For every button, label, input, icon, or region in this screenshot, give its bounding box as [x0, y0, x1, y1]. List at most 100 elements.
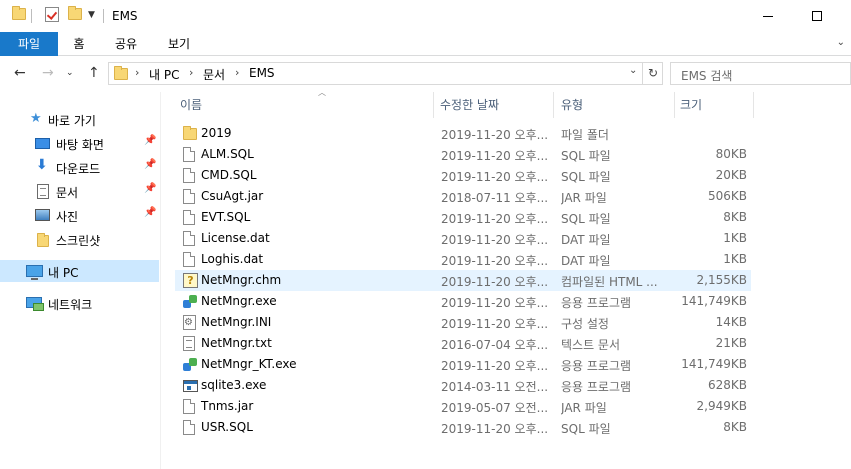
file-type: 응용 프로그램: [561, 380, 632, 394]
pin-icon[interactable]: 📌: [144, 207, 156, 218]
file-size: 141,749KB: [681, 357, 747, 371]
up-arrow-icon[interactable]: ↑: [88, 65, 100, 81]
file-row[interactable]: CsuAgt.jar 2018-07-11 오후... JAR 파일 506KB: [175, 186, 751, 207]
file-name[interactable]: License.dat: [201, 231, 270, 245]
nav-item-documents[interactable]: 문서 📌: [0, 180, 159, 202]
file-type: 응용 프로그램: [561, 359, 632, 373]
file-name[interactable]: NetMngr_KT.exe: [201, 357, 297, 371]
file-name[interactable]: NetMngr.txt: [201, 336, 272, 350]
file-date: 2019-11-20 오후...: [441, 128, 549, 142]
pin-icon[interactable]: 📌: [144, 135, 156, 146]
address-bar[interactable]: › 내 PC › 문서 › EMS ⌄ ↻: [108, 62, 663, 85]
quick-access-dropdown-icon[interactable]: ▼: [88, 10, 95, 20]
file-name[interactable]: Loghis.dat: [201, 252, 263, 266]
file-name[interactable]: NetMngr.exe: [201, 294, 277, 308]
breadcrumb-documents[interactable]: 문서: [203, 66, 225, 83]
file-name[interactable]: ALM.SQL: [201, 147, 254, 161]
recent-locations-icon[interactable]: ⌄: [66, 68, 74, 78]
application-window-icon: [183, 378, 198, 392]
breadcrumb-separator-icon[interactable]: ›: [135, 66, 139, 79]
refresh-icon[interactable]: ↻: [642, 63, 663, 84]
file-name[interactable]: 2019: [201, 126, 232, 140]
pin-icon[interactable]: 📌: [144, 159, 156, 170]
nav-item-screenshots[interactable]: 스크린샷: [0, 228, 159, 250]
file-row[interactable]: USR.SQL 2019-11-20 오후... SQL 파일 8KB: [175, 417, 751, 438]
tab-file[interactable]: 파일: [0, 32, 58, 56]
pin-icon[interactable]: 📌: [144, 183, 156, 194]
maximize-button[interactable]: [794, 0, 840, 32]
nav-item-pictures[interactable]: 사진 📌: [0, 204, 159, 226]
file-icon: [183, 420, 195, 435]
file-row[interactable]: NetMngr.txt 2016-07-04 오후... 텍스트 문서 21KB: [175, 333, 751, 354]
back-arrow-icon[interactable]: ←: [14, 65, 26, 81]
file-row[interactable]: NetMngr_KT.exe 2019-11-20 오후... 응용 프로그램 141…: [175, 354, 751, 375]
tab-share[interactable]: 공유: [110, 32, 142, 56]
nav-quick-access[interactable]: ★ 바로 가기: [0, 108, 159, 130]
tab-view[interactable]: 보기: [162, 32, 196, 56]
address-dropdown-icon[interactable]: ⌄: [629, 65, 637, 76]
file-type: SQL 파일: [561, 212, 611, 226]
column-divider[interactable]: [553, 92, 554, 118]
forward-arrow-icon[interactable]: →: [42, 65, 54, 81]
file-icon: [183, 231, 195, 246]
file-date: 2019-11-20 오후...: [441, 296, 549, 310]
file-name[interactable]: CMD.SQL: [201, 168, 257, 182]
new-folder-icon[interactable]: [68, 6, 82, 20]
file-row[interactable]: Loghis.dat 2019-11-20 오후... DAT 파일 1KB: [175, 249, 751, 270]
column-header-date[interactable]: 수정한 날짜: [440, 92, 550, 118]
file-name[interactable]: Tnms.jar: [201, 399, 253, 413]
column-divider[interactable]: [753, 92, 754, 118]
breadcrumb-this-pc[interactable]: 내 PC: [149, 66, 179, 83]
file-name[interactable]: sqlite3.exe: [201, 378, 266, 392]
desktop-icon: [35, 138, 50, 149]
file-icon: [183, 189, 195, 204]
breadcrumb-separator-icon[interactable]: ›: [189, 66, 193, 79]
file-row[interactable]: 2019 2019-11-20 오후... 파일 폴더: [175, 123, 751, 144]
tab-home[interactable]: 홈: [64, 32, 94, 56]
file-row[interactable]: sqlite3.exe 2014-03-11 오전... 응용 프로그램 628KB: [175, 375, 751, 396]
file-name[interactable]: NetMngr.chm: [201, 273, 281, 287]
nav-item-downloads[interactable]: ⬇ 다운로드 📌: [0, 156, 159, 178]
file-row[interactable]: ? NetMngr.chm 2019-11-20 오후... 컴파일된 HTML ..…: [175, 270, 751, 291]
column-header-name[interactable]: 이름 ︿: [180, 88, 435, 118]
file-size: 1KB: [723, 252, 747, 266]
folder-icon[interactable]: [12, 6, 26, 20]
folder-icon: [114, 66, 128, 80]
nav-this-pc[interactable]: 내 PC: [0, 260, 159, 282]
file-date: 2019-11-20 오후...: [441, 149, 549, 163]
file-name[interactable]: EVT.SQL: [201, 210, 250, 224]
file-date: 2019-11-20 오후...: [441, 170, 549, 184]
file-size: 506KB: [707, 189, 747, 203]
file-size: 20KB: [715, 168, 747, 182]
column-divider[interactable]: [433, 92, 434, 118]
search-input[interactable]: EMS 검색: [670, 62, 851, 85]
breadcrumb-separator-icon[interactable]: ›: [235, 66, 239, 79]
file-row[interactable]: ALM.SQL 2019-11-20 오후... SQL 파일 80KB: [175, 144, 751, 165]
file-type: JAR 파일: [561, 191, 607, 205]
window-title: EMS: [112, 9, 138, 23]
column-divider[interactable]: [674, 92, 675, 118]
chevron-down-icon[interactable]: ⌄: [837, 37, 845, 48]
file-row[interactable]: NetMngr.exe 2019-11-20 오후... 응용 프로그램 141,74…: [175, 291, 751, 312]
properties-icon[interactable]: [45, 7, 59, 22]
column-header-type[interactable]: 유형: [561, 92, 671, 118]
nav-item-desktop[interactable]: 바탕 화면 📌: [0, 132, 159, 154]
column-header-size[interactable]: 크기: [680, 92, 750, 118]
file-name[interactable]: CsuAgt.jar: [201, 189, 263, 203]
star-icon: ★: [30, 111, 42, 126]
nav-item-label: 문서: [56, 186, 79, 200]
file-type: DAT 파일: [561, 254, 611, 268]
file-name[interactable]: USR.SQL: [201, 420, 253, 434]
minimize-button[interactable]: [745, 0, 791, 32]
breadcrumb-ems[interactable]: EMS: [249, 66, 275, 80]
file-name[interactable]: NetMngr.INI: [201, 315, 271, 329]
nav-network[interactable]: 네트워크: [0, 292, 159, 314]
file-row[interactable]: EVT.SQL 2019-11-20 오후... SQL 파일 8KB: [175, 207, 751, 228]
file-row[interactable]: NetMngr.INI 2019-11-20 오후... 구성 설정 14KB: [175, 312, 751, 333]
file-type: DAT 파일: [561, 233, 611, 247]
title-bar: ▼ EMS: [0, 0, 851, 32]
file-row[interactable]: License.dat 2019-11-20 오후... DAT 파일 1KB: [175, 228, 751, 249]
column-header-label: 크기: [680, 98, 703, 112]
file-row[interactable]: CMD.SQL 2019-11-20 오후... SQL 파일 20KB: [175, 165, 751, 186]
file-row[interactable]: Tnms.jar 2019-05-07 오전... JAR 파일 2,949KB: [175, 396, 751, 417]
